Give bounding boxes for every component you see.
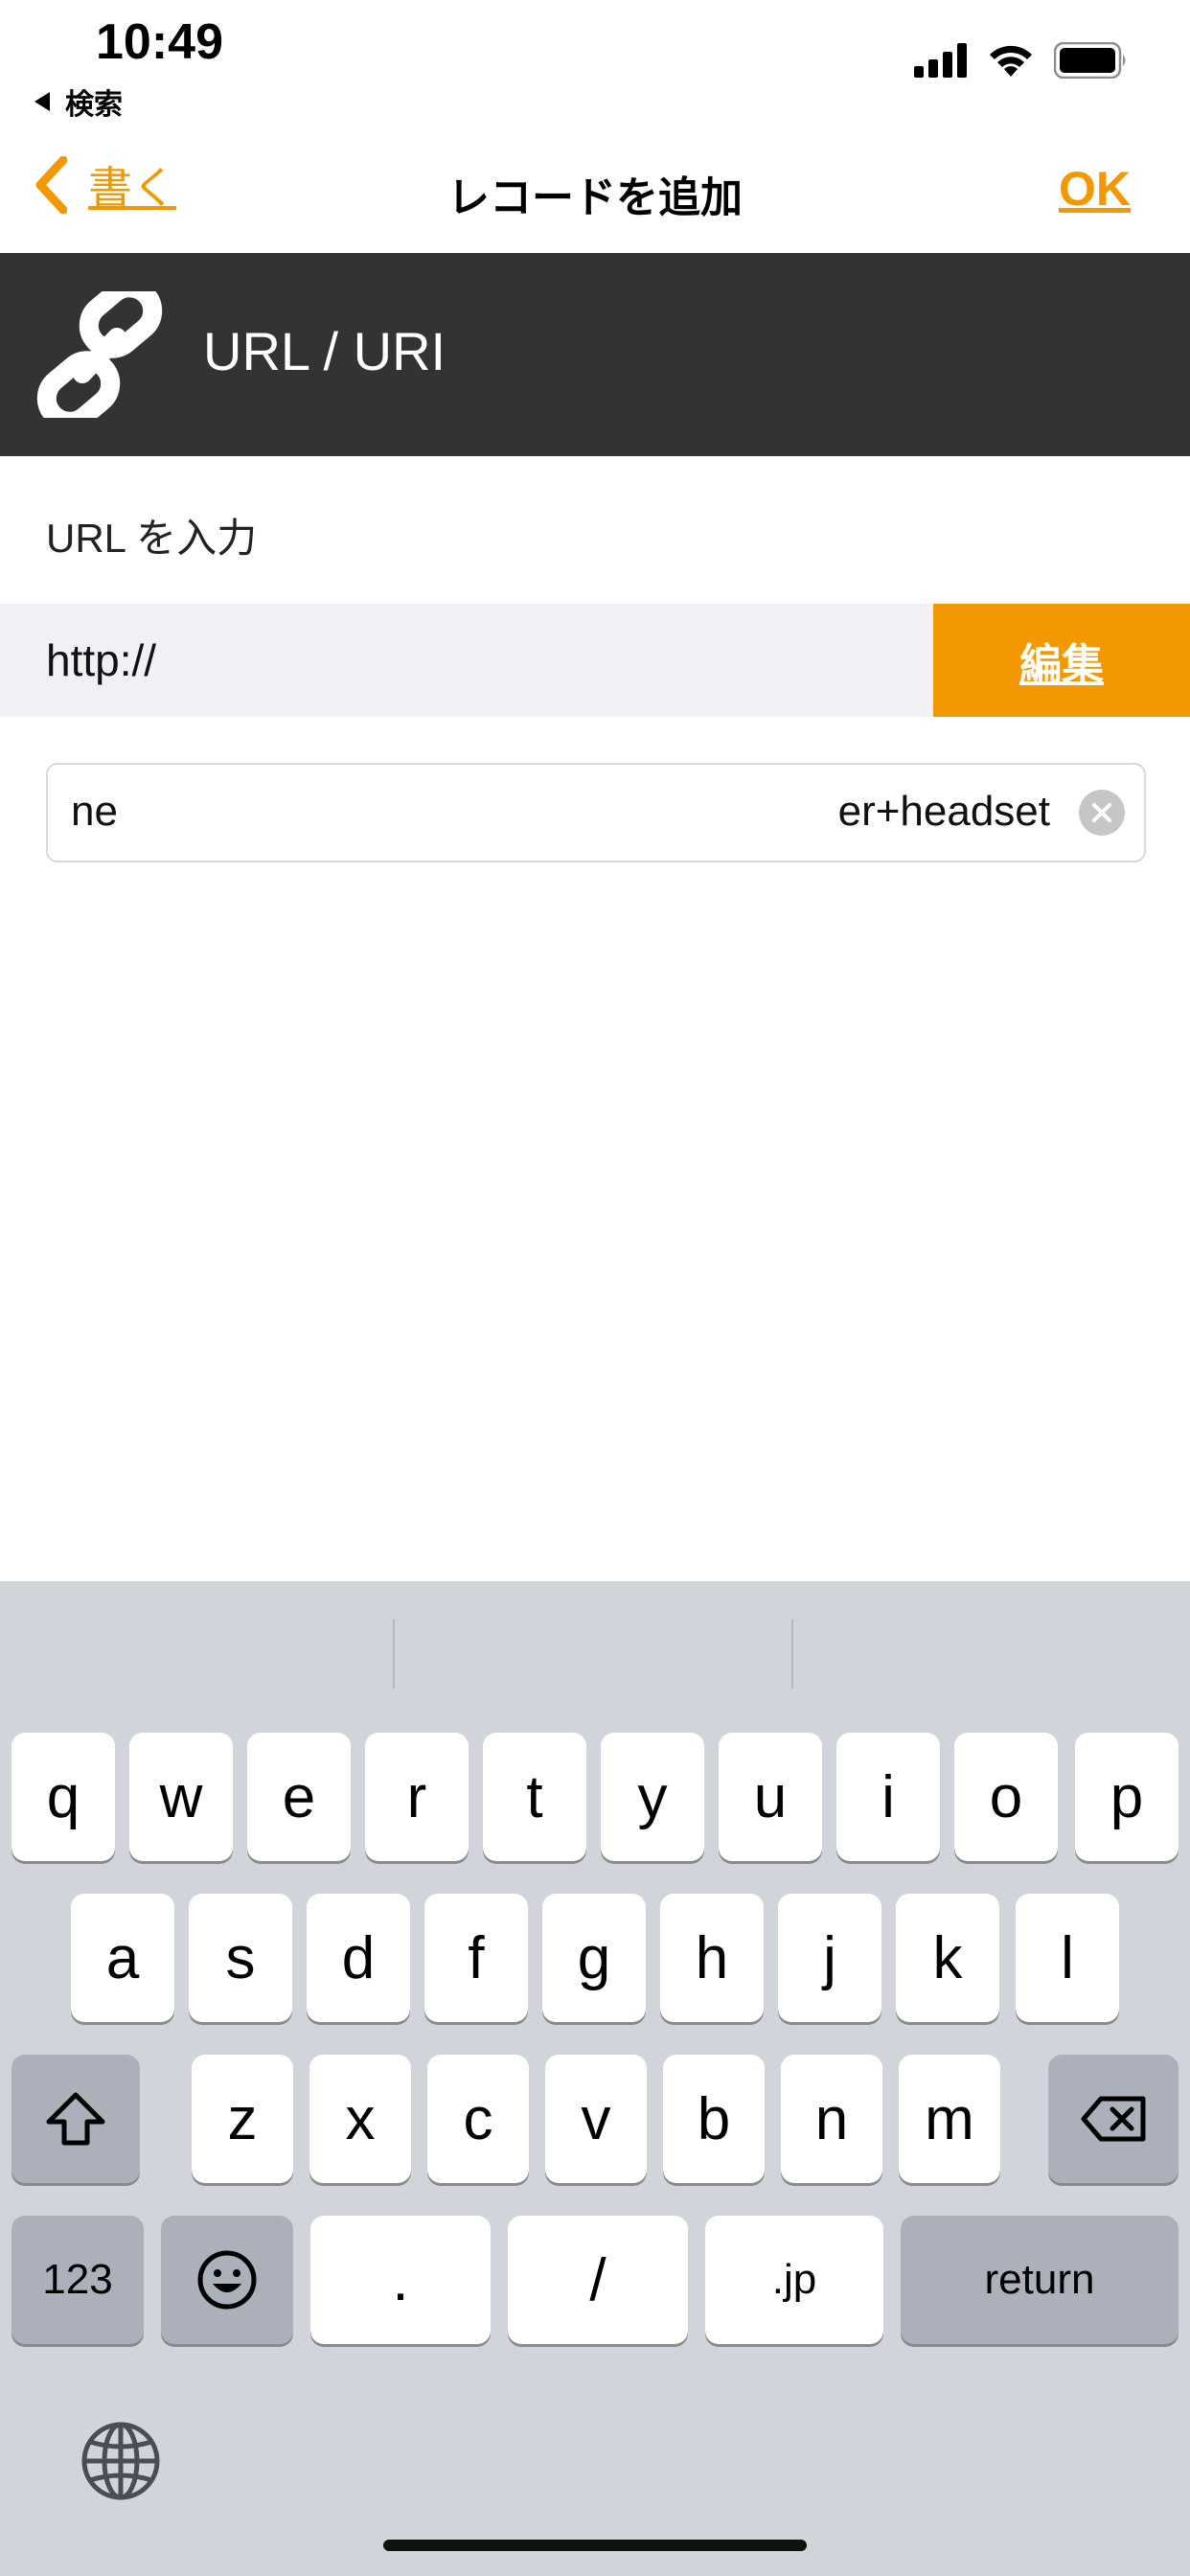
scheme-row: http:// 編集 <box>0 604 1190 717</box>
key-r[interactable]: r <box>365 1733 469 1861</box>
key-m[interactable]: m <box>899 2055 1000 2183</box>
status-time: 10:49 <box>96 14 223 70</box>
key-l[interactable]: l <box>1016 1894 1119 2022</box>
shift-key[interactable] <box>11 2055 140 2183</box>
key-k[interactable]: k <box>896 1894 999 2022</box>
key-f[interactable]: f <box>424 1894 528 2022</box>
clear-icon[interactable] <box>1079 790 1125 836</box>
key-n[interactable]: n <box>781 2055 882 2183</box>
status-icons <box>914 42 1129 79</box>
key-z[interactable]: z <box>192 2055 293 2183</box>
key-q[interactable]: q <box>11 1733 115 1861</box>
key-t[interactable]: t <box>483 1733 586 1861</box>
url-scheme: http:// <box>46 635 157 685</box>
prediction-divider <box>393 1620 395 1689</box>
key-p[interactable]: p <box>1075 1733 1179 1861</box>
back-to-app[interactable]: 検索 <box>34 80 123 123</box>
battery-icon <box>1054 42 1126 79</box>
key-d[interactable]: d <box>307 1894 410 2022</box>
key-j[interactable]: j <box>778 1894 881 2022</box>
record-type-header: URL / URI <box>0 253 1190 456</box>
key-i[interactable]: i <box>836 1733 940 1861</box>
globe-icon <box>81 2422 160 2500</box>
key-x[interactable]: x <box>309 2055 411 2183</box>
dot-key[interactable]: . <box>310 2216 491 2344</box>
key-y[interactable]: y <box>601 1733 704 1861</box>
key-b[interactable]: b <box>663 2055 765 2183</box>
edit-scheme-button[interactable]: 編集 <box>933 604 1190 717</box>
key-o[interactable]: o <box>954 1733 1058 1861</box>
shift-icon <box>46 2092 105 2146</box>
emoji-key[interactable] <box>161 2216 293 2344</box>
key-h[interactable]: h <box>660 1894 764 2022</box>
url-prompt-label: URL を入力 <box>46 516 258 561</box>
ok-button[interactable]: OK <box>1059 161 1131 217</box>
home-indicator[interactable] <box>383 2540 807 2551</box>
jp-key[interactable]: .jp <box>705 2216 883 2344</box>
back-triangle-icon <box>34 92 50 111</box>
prediction-divider <box>791 1620 793 1689</box>
key-a[interactable]: a <box>71 1894 174 2022</box>
page-title: レコードを追加 <box>447 174 743 221</box>
key-w[interactable]: w <box>129 1733 233 1861</box>
slash-key[interactable]: / <box>508 2216 688 2344</box>
cellular-signal-icon <box>914 43 967 78</box>
key-e[interactable]: e <box>247 1733 351 1861</box>
delete-key[interactable] <box>1048 2055 1179 2183</box>
key-u[interactable]: u <box>719 1733 822 1861</box>
return-key[interactable]: return <box>901 2216 1179 2344</box>
key-v[interactable]: v <box>545 2055 647 2183</box>
keyboard: q w e r t y u i o p a s d f g h j k l z … <box>0 1581 1190 2576</box>
url-input[interactable]: ne er+headset <box>46 763 1146 862</box>
globe-key[interactable] <box>80 2421 161 2506</box>
emoji-icon <box>197 2250 257 2310</box>
url-value-end: er+headset <box>837 788 1050 835</box>
wifi-icon <box>990 45 1032 77</box>
url-value-start: ne <box>71 788 118 835</box>
back-to-app-label: 検索 <box>65 89 123 121</box>
key-g[interactable]: g <box>542 1894 646 2022</box>
numbers-key[interactable]: 123 <box>11 2216 144 2344</box>
link-icon <box>36 291 163 418</box>
key-s[interactable]: s <box>189 1894 292 2022</box>
record-type-title: URL / URI <box>203 321 446 381</box>
backspace-icon <box>1081 2096 1146 2142</box>
key-c[interactable]: c <box>427 2055 529 2183</box>
